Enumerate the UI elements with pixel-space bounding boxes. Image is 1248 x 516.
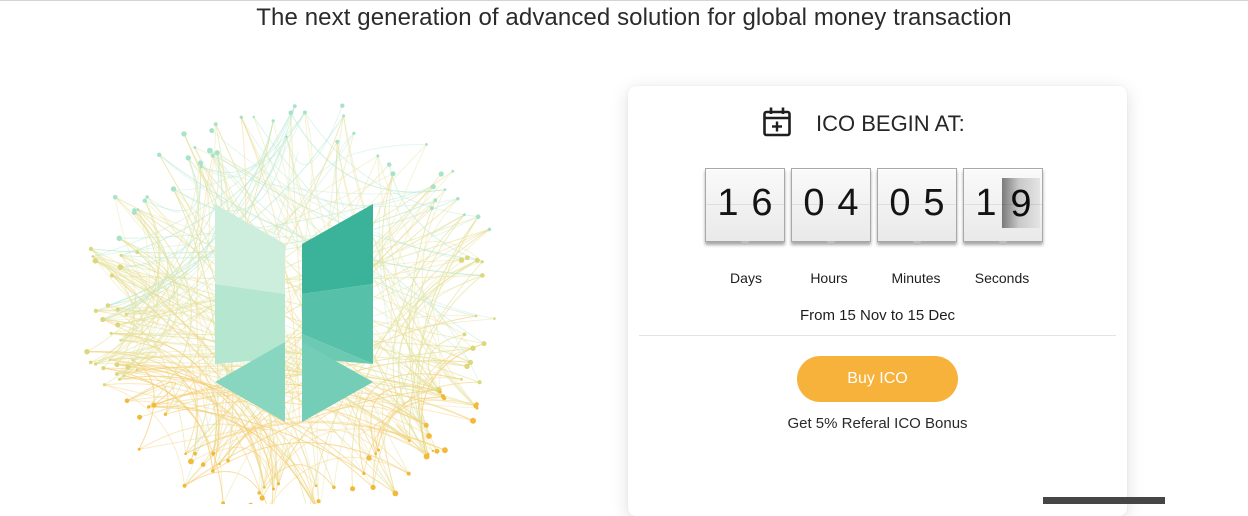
- minutes-flip-counter: 0 5: [877, 168, 957, 245]
- hours-digit-2: 4: [837, 182, 859, 224]
- days-digit-2: 6: [751, 182, 773, 224]
- seconds-flip-counter: 1 9: [963, 168, 1043, 245]
- floating-widget-edge[interactable]: [1043, 497, 1165, 504]
- hours-digit-1: 0: [803, 182, 825, 224]
- minutes-digit-2: 5: [923, 182, 945, 224]
- top-divider: [0, 0, 1248, 1]
- network-globe-logo: [84, 103, 496, 504]
- card-title: ICO BEGIN AT:: [816, 111, 965, 136]
- seconds-label: Seconds: [974, 270, 1030, 286]
- days-label: Days: [730, 270, 762, 286]
- card-divider: [639, 335, 1116, 336]
- ico-countdown-card: ICO BEGIN AT: 1 6 0 4 0 5 1 9 Days Hours…: [628, 86, 1127, 516]
- minutes-label: Minutes: [891, 270, 941, 286]
- page-headline: The next generation of advanced solution…: [256, 4, 1012, 31]
- seconds-digit-2: 9: [1002, 178, 1040, 228]
- sale-date-range: From 15 Nov to 15 Dec: [799, 307, 956, 324]
- buy-ico-button[interactable]: Buy ICO: [797, 356, 958, 402]
- calendar-plus-icon: [763, 107, 791, 137]
- referral-bonus-text: Get 5% Referal ICO Bonus: [787, 415, 968, 432]
- card-header: ICO BEGIN AT:: [628, 106, 1127, 140]
- days-flip-counter: 1 6: [705, 168, 785, 245]
- days-digit-1: 1: [717, 182, 739, 224]
- minutes-digit-1: 0: [889, 182, 911, 224]
- hours-flip-counter: 0 4: [791, 168, 871, 245]
- seconds-digit-1: 1: [975, 182, 997, 224]
- hours-label: Hours: [810, 270, 848, 286]
